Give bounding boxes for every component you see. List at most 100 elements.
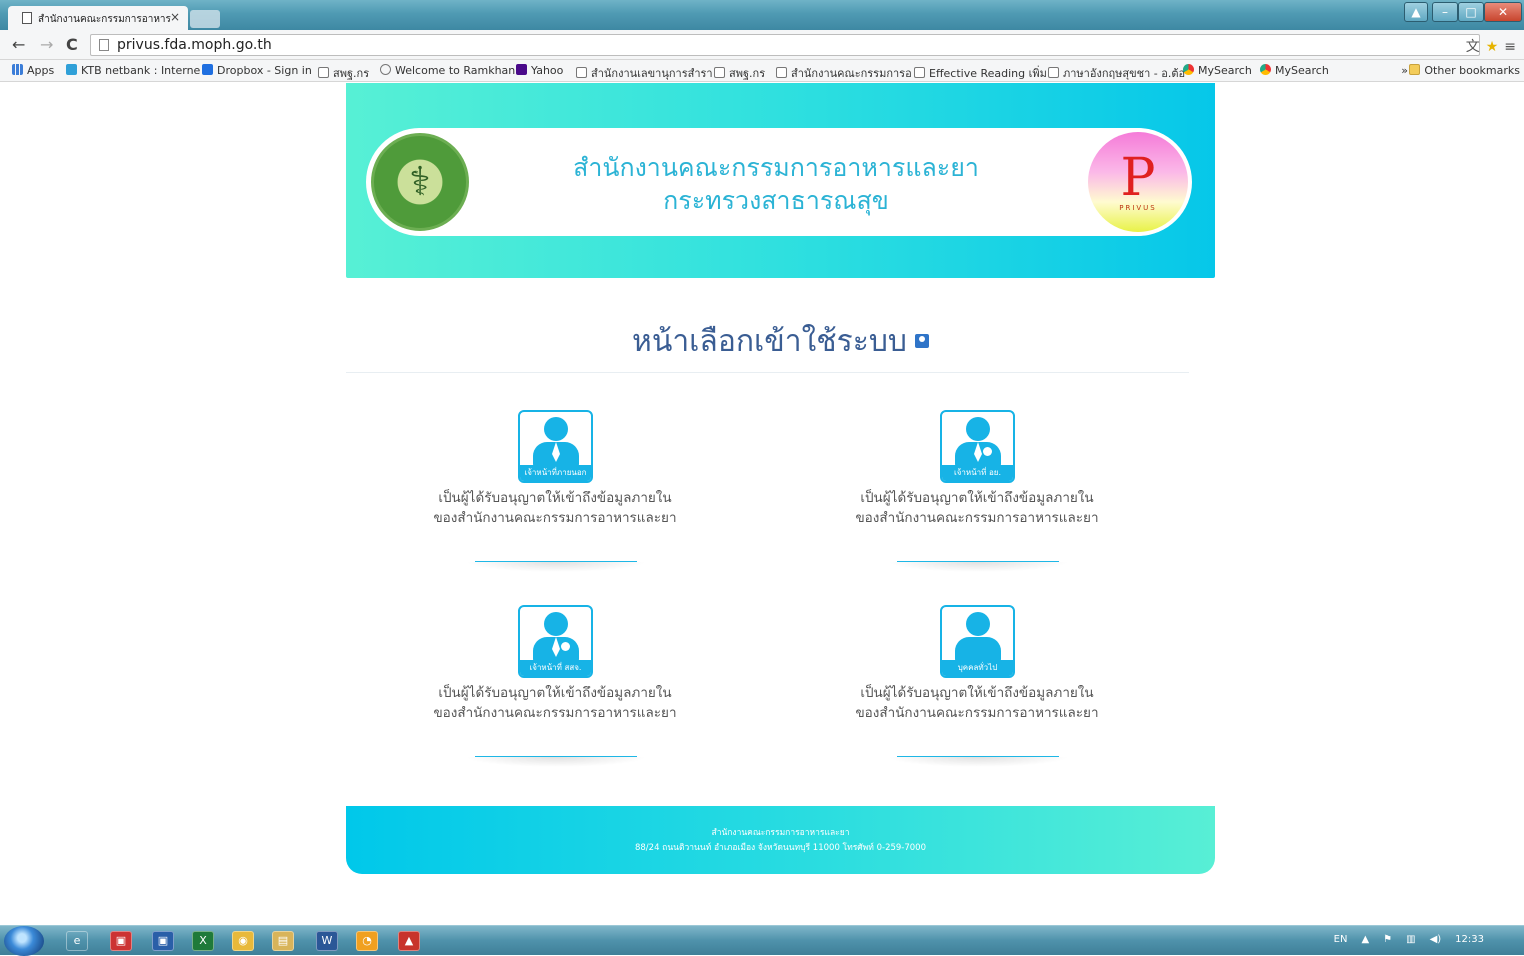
role-card-external-staff: เจ้าหน้าที่ภายนอก เป็นผู้ได้รับอนุญาตให้… (405, 410, 705, 572)
site-header: ⚕ สำนักงานคณะกรรมการอาหารและยา กระทรวงสา… (346, 83, 1215, 278)
role-label: เจ้าหน้าที่ อย. (942, 465, 1013, 481)
translate-icon[interactable]: 文 (1466, 39, 1480, 55)
bookmark-item[interactable]: Apps (12, 64, 54, 77)
bookmark-icon (66, 64, 77, 75)
address-bar[interactable]: privus.fda.moph.go.th (90, 34, 1480, 56)
app-icon[interactable]: ▣ (152, 931, 174, 951)
word-icon[interactable]: W (316, 931, 338, 951)
clock[interactable]: 12:33 (1455, 934, 1484, 945)
language-indicator[interactable]: EN (1334, 934, 1348, 945)
tray-arrow-icon[interactable]: ▲ (1361, 934, 1369, 945)
organization-title: สำนักงานคณะกรรมการอาหารและยา กระทรวงสาธา… (506, 151, 1046, 217)
profile-icon[interactable]: ▲ (1404, 2, 1428, 22)
bookmark-icon (914, 67, 925, 78)
caduceus-icon: ⚕ (371, 133, 469, 231)
acrobat-icon[interactable]: ▲ (398, 931, 420, 951)
maximize-button[interactable]: □ (1458, 2, 1484, 22)
bookmarks-bar: » Other bookmarks Apps KTB netbank : Inte… (0, 60, 1524, 82)
bookmark-icon (318, 67, 329, 78)
forward-arrow-icon[interactable]: → (40, 36, 53, 54)
bookmark-item[interactable]: Effective Reading เพิ่ม (914, 64, 1047, 82)
bookmark-item[interactable]: สำนักงานคณะกรรมการอ (776, 64, 912, 82)
role-description: เป็นผู้ได้รับอนุญาตให้เข้าถึงข้อมูลภายใน… (433, 685, 677, 721)
bookmark-icon (516, 64, 527, 75)
windows-taskbar: e ▣ ▣ X ◉ ▤ W ◔ ▲ EN ▲ ⚑ ▥ ◀) 12:33 (0, 925, 1524, 956)
reload-icon[interactable]: C (66, 36, 78, 54)
login-icon (914, 334, 929, 348)
bookmark-item[interactable]: Yahoo (516, 64, 563, 77)
more-bookmarks-icon[interactable]: » (1401, 64, 1408, 77)
folder-icon[interactable]: ▤ (272, 931, 294, 951)
bookmark-icon (202, 64, 213, 75)
bookmark-item[interactable]: Dropbox - Sign in (202, 64, 312, 77)
system-tray: EN ▲ ⚑ ▥ ◀) 12:33 (1320, 934, 1484, 945)
new-tab-button[interactable] (190, 10, 220, 28)
role-card-general-public: บุคคลทั่วไป เป็นผู้ได้รับอนุญาตให้เข้าถึ… (827, 605, 1127, 767)
minimize-button[interactable]: – (1432, 2, 1458, 22)
fda-staff-button[interactable]: เจ้าหน้าที่ อย. (940, 410, 1015, 483)
other-bookmarks[interactable]: Other bookmarks (1409, 64, 1520, 77)
bookmark-icon (1183, 64, 1194, 75)
bookmark-icon (12, 64, 23, 75)
privus-word: PRIVUS (1119, 204, 1157, 212)
role-label: เจ้าหน้าที่ภายนอก (520, 465, 591, 481)
role-label: เจ้าหน้าที่ สสจ. (520, 660, 591, 676)
start-button[interactable] (4, 926, 44, 956)
bookmark-item[interactable]: MySearch (1183, 64, 1252, 77)
url-text: privus.fda.moph.go.th (117, 37, 272, 53)
app-icon[interactable]: ▣ (110, 931, 132, 951)
role-card-fda-staff: เจ้าหน้าที่ อย. เป็นผู้ได้รับอนุญาตให้เข… (827, 410, 1127, 572)
browser-tab[interactable]: สำนักงานคณะกรรมการอาหาร × (8, 6, 188, 30)
close-window-button[interactable]: ✕ (1484, 2, 1522, 22)
tab-title: สำนักงานคณะกรรมการอาหาร (38, 14, 171, 25)
tab-close-icon[interactable]: × (170, 10, 180, 24)
external-staff-button[interactable]: เจ้าหน้าที่ภายนอก (518, 410, 593, 483)
flag-icon[interactable]: ⚑ (1383, 934, 1392, 945)
privus-logo: P PRIVUS (1084, 128, 1192, 236)
chrome-icon[interactable]: ◉ (232, 931, 254, 951)
bookmark-icon (380, 64, 391, 75)
page-content: ⚕ สำนักงานคณะกรรมการอาหารและยา กระทรวงสา… (0, 83, 1524, 925)
divider (346, 372, 1189, 373)
bookmark-icon (1048, 67, 1059, 78)
browser-titlebar: สำนักงานคณะกรรมการอาหาร × ▲ – □ ✕ (0, 0, 1524, 30)
bookmark-item[interactable]: สพฐ.กร (714, 64, 765, 82)
page-icon (99, 39, 109, 51)
page-title: หน้าเลือกเข้าใช้ระบบ (346, 318, 1215, 365)
org-name-line1: สำนักงานคณะกรรมการอาหารและยา (573, 153, 979, 182)
role-label: บุคคลทั่วไป (942, 660, 1013, 676)
volume-icon[interactable]: ◀) (1430, 934, 1442, 945)
fda-logo: ⚕ (366, 128, 474, 236)
bookmark-icon (1260, 64, 1271, 75)
page-icon (22, 12, 32, 24)
star-icon[interactable]: ★ (1486, 39, 1499, 55)
bookmark-item[interactable]: ภาษาอังกฤษสุขชา - อ.ต้อ (1048, 64, 1185, 82)
bookmark-icon (576, 67, 587, 78)
bookmark-icon (776, 67, 787, 78)
role-description: เป็นผู้ได้รับอนุญาตให้เข้าถึงข้อมูลภายใน… (855, 685, 1099, 721)
bookmark-item[interactable]: MySearch (1260, 64, 1329, 77)
search-app-icon[interactable]: ◔ (356, 931, 378, 951)
site-footer: สำนักงานคณะกรรมการอาหารและยา 88/24 ถนนติ… (346, 806, 1215, 874)
bookmark-item[interactable]: Welcome to Ramkhan (380, 64, 515, 77)
excel-icon[interactable]: X (192, 931, 214, 951)
ie-icon[interactable]: e (66, 931, 88, 951)
folder-icon (1409, 64, 1421, 75)
footer-org: สำนักงานคณะกรรมการอาหารและยา (711, 828, 850, 838)
general-public-button[interactable]: บุคคลทั่วไป (940, 605, 1015, 678)
privus-letter: P (1120, 148, 1156, 208)
role-description: เป็นผู้ได้รับอนุญาตให้เข้าถึงข้อมูลภายใน… (433, 490, 677, 526)
provincial-staff-button[interactable]: เจ้าหน้าที่ สสจ. (518, 605, 593, 678)
menu-icon[interactable]: ≡ (1504, 39, 1516, 55)
bookmark-item[interactable]: สำนักงานเลขานุการสำรา (576, 64, 713, 82)
back-arrow-icon[interactable]: ← (12, 36, 25, 54)
bookmark-icon (714, 67, 725, 78)
org-name-line2: กระทรวงสาธารณสุข (663, 186, 889, 215)
role-card-provincial-staff: เจ้าหน้าที่ สสจ. เป็นผู้ได้รับอนุญาตให้เ… (405, 605, 705, 767)
footer-address: 88/24 ถนนติวานนท์ อำเภอเมือง จังหวัดนนทบ… (634, 843, 926, 853)
role-description: เป็นผู้ได้รับอนุญาตให้เข้าถึงข้อมูลภายใน… (855, 490, 1099, 526)
bookmark-item[interactable]: KTB netbank : Interne (66, 64, 200, 77)
network-icon[interactable]: ▥ (1406, 934, 1415, 945)
bookmark-item[interactable]: สพฐ.กร (318, 64, 369, 82)
browser-toolbar: ← → C privus.fda.moph.go.th 文 ★ ≡ (0, 30, 1524, 60)
